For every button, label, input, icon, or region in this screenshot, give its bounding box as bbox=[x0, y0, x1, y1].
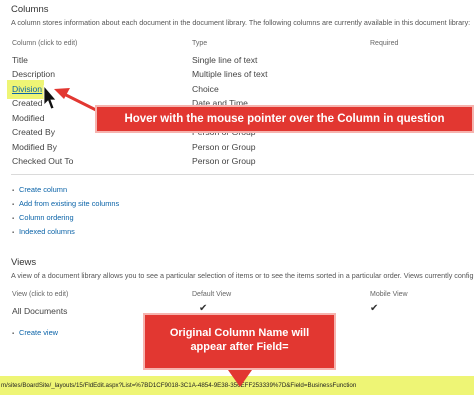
columns-section-description: A column stores information about each d… bbox=[11, 18, 471, 27]
column-name[interactable]: Description bbox=[12, 69, 55, 79]
column-name-header: Column (click to edit) bbox=[12, 40, 78, 47]
column-type: Person or Group bbox=[192, 142, 256, 152]
column-name[interactable]: Modified bbox=[12, 113, 44, 123]
column-name-link[interactable]: Division bbox=[12, 84, 42, 94]
column-row-division[interactable]: Division Choice bbox=[0, 84, 474, 97]
column-type: Single line of text bbox=[192, 55, 258, 65]
columns-section-title: Columns bbox=[11, 4, 49, 15]
column-type: Choice bbox=[192, 84, 219, 94]
views-section-description: A view of a document library allows you … bbox=[11, 271, 474, 280]
indexed-columns-link[interactable]: ▪ Indexed columns bbox=[12, 227, 75, 236]
bullet-icon: ▪ bbox=[12, 230, 15, 236]
original-name-callout-line1: Original Column Name will bbox=[169, 327, 310, 339]
column-required-header: Required bbox=[370, 40, 399, 47]
original-name-callout: Original Column Name will appear after F… bbox=[143, 313, 336, 370]
status-bar-url: m/sites/BoardSite/_layouts/15/FldEdit.as… bbox=[0, 376, 474, 395]
create-view-link[interactable]: ▪ Create view bbox=[12, 328, 58, 337]
column-type: Multiple lines of text bbox=[192, 69, 268, 79]
column-row-title[interactable]: Title Single line of text bbox=[0, 55, 474, 68]
bullet-icon: ▪ bbox=[12, 331, 15, 337]
column-name[interactable]: Modified By bbox=[12, 142, 57, 152]
column-ordering-link[interactable]: ▪ Column ordering bbox=[12, 213, 74, 222]
add-existing-site-columns-link[interactable]: ▪ Add from existing site columns bbox=[12, 199, 119, 208]
column-type: Person or Group bbox=[192, 156, 256, 166]
column-row-checked-out-to[interactable]: Checked Out To Person or Group bbox=[0, 156, 474, 169]
column-name[interactable]: Created By bbox=[12, 127, 55, 137]
mobile-view-header: Mobile View bbox=[370, 291, 408, 298]
column-row-modified-by[interactable]: Modified By Person or Group bbox=[0, 142, 474, 155]
default-view-header: Default View bbox=[192, 291, 232, 298]
view-name[interactable]: All Documents bbox=[12, 306, 67, 316]
views-section-title: Views bbox=[11, 257, 37, 268]
column-name[interactable]: Created bbox=[12, 98, 43, 108]
column-row-description[interactable]: Description Multiple lines of text bbox=[0, 69, 474, 82]
create-column-link[interactable]: ▪ Create column bbox=[12, 185, 67, 194]
bullet-icon: ▪ bbox=[12, 188, 15, 194]
column-name[interactable]: Checked Out To bbox=[12, 156, 73, 166]
hover-callout: Hover with the mouse pointer over the Co… bbox=[95, 105, 474, 133]
column-type-header: Type bbox=[192, 40, 208, 47]
mobile-view-check-icon: ✔ bbox=[370, 303, 379, 314]
column-name[interactable]: Title bbox=[12, 55, 28, 65]
section-divider bbox=[11, 174, 474, 175]
original-name-callout-line2: appear after Field= bbox=[190, 341, 289, 353]
bullet-icon: ▪ bbox=[12, 202, 15, 208]
bullet-icon: ▪ bbox=[12, 216, 15, 222]
view-name-header: View (click to edit) bbox=[12, 291, 69, 298]
